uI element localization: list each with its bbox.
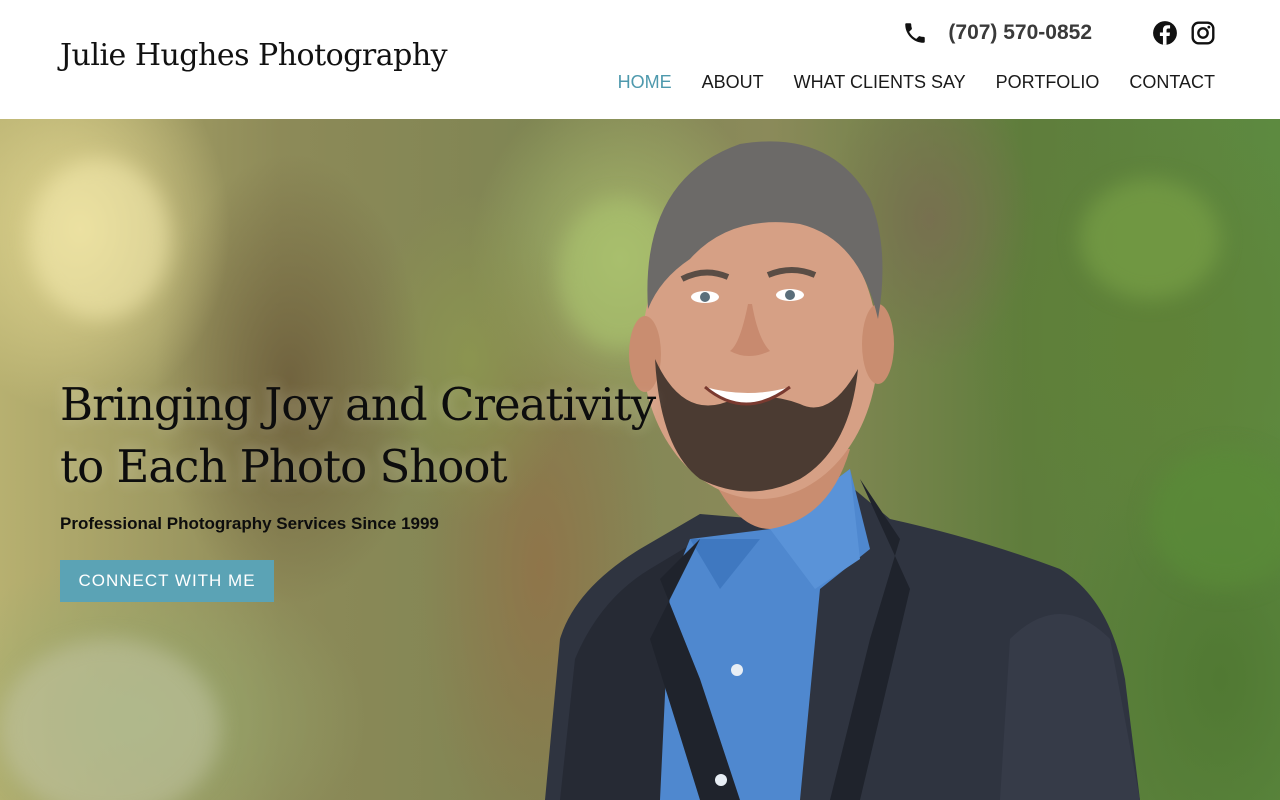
facebook-icon[interactable] (1152, 20, 1178, 46)
connect-with-me-button[interactable]: CONNECT WITH ME (60, 560, 274, 602)
site-header: Julie Hughes Photography (707) 570-0852 … (0, 0, 1280, 119)
nav-item-what-clients-say[interactable]: WHAT CLIENTS SAY (794, 72, 966, 93)
hero-title-line-2: to Each Photo Shoot (60, 440, 508, 493)
hero-subtitle: Professional Photography Services Since … (60, 514, 439, 533)
phone-icon (905, 23, 926, 43)
nav-item-contact[interactable]: CONTACT (1129, 72, 1215, 93)
instagram-icon[interactable] (1190, 20, 1216, 46)
header-contact: (707) 570-0852 (902, 16, 1216, 50)
nav-item-portfolio[interactable]: PORTFOLIO (996, 72, 1100, 93)
nav-item-home[interactable]: HOME (618, 72, 672, 93)
nav-item-about[interactable]: ABOUT (702, 72, 764, 93)
hero-title-line-1: Bringing Joy and Creativity (60, 378, 656, 431)
phone-number-link[interactable]: (707) 570-0852 (948, 21, 1092, 45)
hero-title: Bringing Joy and Creativity to Each Phot… (60, 374, 680, 498)
hero-section: Bringing Joy and Creativity to Each Phot… (0, 119, 1280, 800)
main-nav: HOME ABOUT WHAT CLIENTS SAY PORTFOLIO CO… (588, 72, 1215, 93)
site-logo-text[interactable]: Julie Hughes Photography (60, 38, 448, 73)
